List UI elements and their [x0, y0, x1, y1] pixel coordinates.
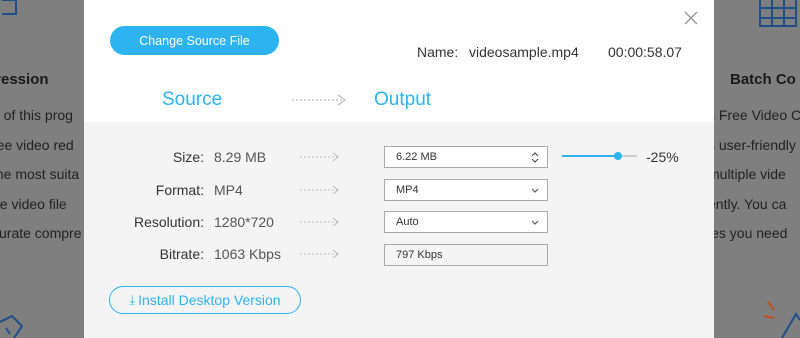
- background-left-column: pression d of this prog ree video red th…: [0, 0, 84, 338]
- arrow-right-icon: [300, 217, 339, 227]
- file-name-label: Name:: [417, 44, 459, 60]
- output-bitrate-field: 797 Kbps: [384, 244, 548, 266]
- close-icon[interactable]: [682, 9, 700, 27]
- background-heading-right: Batch Co: [730, 71, 796, 88]
- output-bitrate-value: 797 Kbps: [396, 249, 443, 261]
- arrow-right-icon: [300, 249, 339, 259]
- install-desktop-version-label: Install Desktop Version: [138, 292, 281, 308]
- source-header: Source: [162, 89, 223, 110]
- output-resolution-value: Auto: [396, 216, 419, 228]
- download-icon: ⤓: [129, 292, 136, 307]
- background-right-column: Batch Co s Free Video C s user-friendly …: [714, 0, 800, 338]
- arrow-right-icon: [300, 185, 339, 195]
- output-resolution-select[interactable]: Auto: [384, 211, 548, 233]
- output-format-value: MP4: [396, 184, 419, 196]
- chevron-down-icon: [531, 188, 539, 193]
- size-label: Size:: [172, 149, 204, 165]
- output-size-value: 6.22 MB: [396, 151, 437, 163]
- source-size: 8.29 MB: [214, 149, 267, 165]
- video-duration: 00:00:58.07: [608, 44, 682, 60]
- stepper-icon[interactable]: [530, 152, 540, 163]
- background-text-left: d of this prog ree video red the most su…: [0, 107, 82, 241]
- chevron-down-icon: [531, 220, 539, 225]
- compressor-dialog: Change Source File Name: videosample.mp4…: [84, 0, 714, 338]
- output-header: Output: [374, 89, 432, 110]
- slider-handle[interactable]: [614, 152, 623, 160]
- background-bottom-right-icon: [764, 301, 800, 338]
- output-format-select[interactable]: MP4: [384, 179, 548, 201]
- source-format: MP4: [214, 182, 243, 198]
- bitrate-label: Bitrate:: [159, 246, 204, 262]
- arrow-right-icon: [300, 152, 339, 162]
- slider-fill: [562, 155, 619, 157]
- background-feature-icon: [2, 0, 17, 15]
- arrow-right-icon: [292, 94, 347, 106]
- format-label: Format:: [155, 182, 204, 198]
- resolution-label: Resolution:: [133, 214, 204, 230]
- install-desktop-version-button[interactable]: ⤓ Install Desktop Version: [109, 286, 301, 314]
- source-bitrate: 1063 Kbps: [214, 246, 281, 262]
- compression-percent: -25%: [646, 149, 679, 165]
- change-source-file-button[interactable]: Change Source File: [110, 26, 279, 55]
- file-name: videosample.mp4: [469, 44, 579, 60]
- background-heading-left: pression: [0, 71, 49, 88]
- background-text-right: s Free Video C s user-friendly multiple …: [714, 107, 800, 241]
- background-bottom-icon: [0, 314, 24, 338]
- batch-icon: [759, 0, 797, 27]
- output-size-stepper[interactable]: 6.22 MB: [384, 146, 548, 168]
- compression-slider[interactable]: [562, 150, 637, 162]
- source-resolution: 1280*720: [214, 214, 274, 230]
